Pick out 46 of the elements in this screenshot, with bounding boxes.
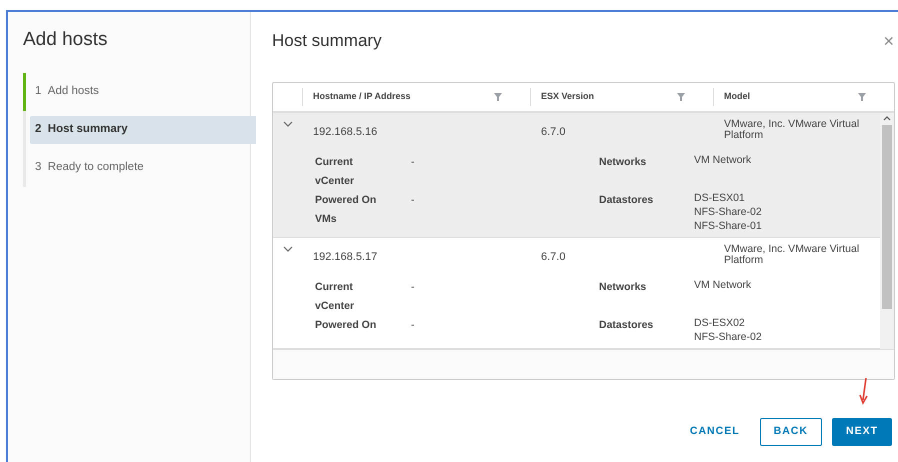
version-cell: 6.7.0 (541, 126, 566, 138)
version-cell: 6.7.0 (541, 250, 566, 262)
detail-value: - (411, 318, 416, 332)
page-title: Host summary (272, 30, 382, 52)
dialog-button[interactable]: NEXT (832, 418, 892, 446)
detail-value: - (411, 154, 416, 170)
model-cell-text: VMware, Inc. VMware Virtual Platform (724, 118, 860, 140)
network-value: VM Network (694, 152, 752, 166)
detail-label: Datastores (599, 192, 654, 208)
model-cell-text: VMware, Inc. VMware Virtual Platform (724, 244, 860, 266)
host-row[interactable]: 192.168.5.16 6.7.0 VMware, Inc. VMware Virtual Platform Current vCenter - Networks VM Network Powered On VMs - Datastores DS-ESX01 NFS-Share-02 NFS-Share-01 (273, 112, 880, 238)
column-header[interactable]: Hostname / IP Address (303, 88, 531, 106)
hostname-cell: 192.168.5.16 (313, 126, 378, 138)
scrollbar[interactable] (880, 112, 894, 348)
close-button[interactable]: × (883, 32, 894, 50)
annotation-arrow (859, 378, 869, 406)
detail-label: Networks (599, 154, 648, 170)
filter-icon[interactable] (858, 92, 866, 100)
dialog-button[interactable]: CANCEL (680, 418, 750, 446)
detail-label: Networks (599, 280, 648, 294)
filter-icon[interactable] (494, 92, 502, 100)
dialog-button[interactable]: BACK (760, 418, 822, 446)
detail-label: Current vCenter (315, 280, 356, 314)
chevron-icon[interactable] (283, 120, 293, 126)
detail-label: Powered On VMs (315, 192, 378, 226)
datastore-value: DS-ESX02 (694, 316, 746, 330)
wizard-step[interactable]: 2 Host summary (30, 116, 256, 144)
column-header[interactable]: Model (714, 88, 894, 106)
wizard-title: Add hosts (23, 28, 108, 52)
datastore-value: NFS-Share-02 (694, 330, 763, 344)
chevron-icon[interactable] (283, 246, 293, 252)
detail-value: - (411, 192, 416, 208)
detail-label: Current vCenter (315, 154, 356, 188)
host-row[interactable]: 192.168.5.17 6.7.0 VMware, Inc. VMware Virtual Platform Current vCenter - Networks VM Network Powered On - Datastores DS-ESX02 NFS-Share-02 (273, 238, 880, 348)
detail-value: - (411, 280, 416, 294)
detail-label: Powered On (315, 318, 378, 332)
hostname-cell: 192.168.5.17 (313, 250, 378, 262)
wizard-step[interactable]: 3 Ready to complete (26, 154, 252, 182)
wizard-step[interactable]: 1 Add hosts (26, 78, 252, 106)
datastore-value: NFS-Share-02 (694, 204, 763, 218)
datastore-value: NFS-Share-01 (694, 218, 763, 232)
network-value: VM Network (694, 278, 752, 292)
detail-label: Datastores (599, 318, 654, 332)
column-header[interactable]: ESX Version (531, 88, 714, 106)
filter-icon[interactable] (677, 92, 685, 100)
datastore-value: DS-ESX01 (694, 190, 746, 204)
